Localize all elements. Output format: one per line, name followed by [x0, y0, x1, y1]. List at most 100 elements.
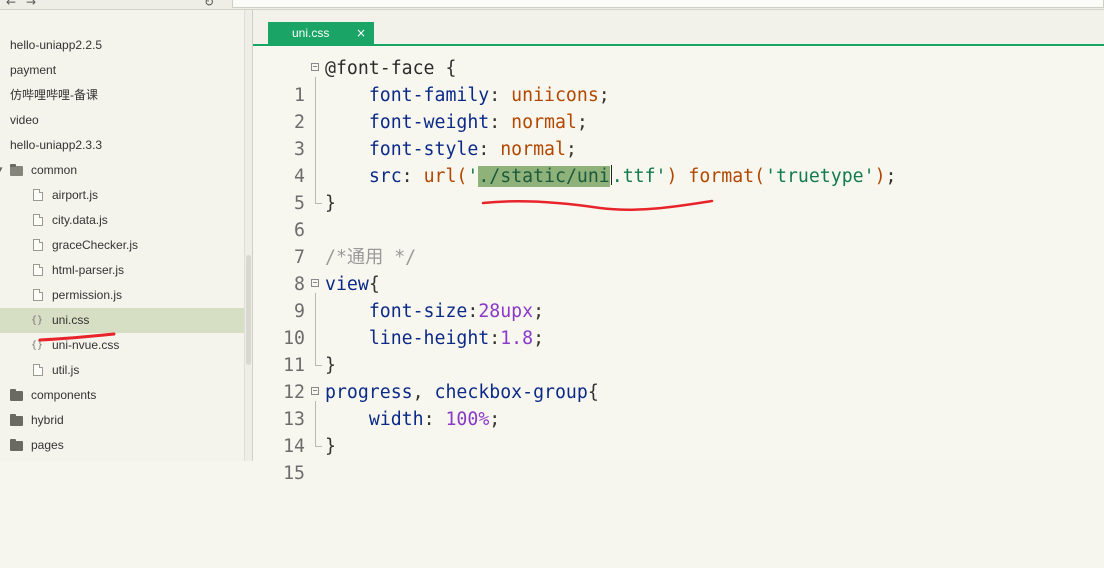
css-file-icon: {} [31, 340, 44, 351]
fold-toggle-icon[interactable]: − [311, 279, 319, 287]
string-literal: 'truetype' [765, 166, 875, 187]
brace: { [434, 58, 457, 79]
css-property: font-weight [368, 112, 490, 133]
tree-item-label: airport.js [52, 188, 99, 202]
css-file-icon: {} [31, 315, 44, 326]
colon: : [478, 139, 501, 160]
tree-item-util-js[interactable]: util.js [0, 358, 244, 383]
tree-item-payment[interactable]: payment [0, 58, 244, 83]
chevron-down-icon[interactable]: ▾ [0, 158, 3, 183]
fold-end [315, 190, 322, 204]
tree-item-bilibili[interactable]: 仿哔哩哔哩-备课 [0, 83, 244, 108]
code-line-13: 13 − progress, checkbox-group{ [253, 379, 1104, 430]
code-line-8: 8 /*通用 */ [253, 244, 1104, 295]
tree-item-video[interactable]: video [0, 108, 244, 133]
css-number: 28upx [478, 301, 534, 322]
forward-icon[interactable]: → [26, 0, 36, 9]
tree-item-components[interactable]: components [0, 383, 244, 408]
tree-item-permission-js[interactable]: permission.js [0, 283, 244, 308]
project-explorer: hello-uniapp2.2.5 payment 仿哔哩哔哩-备课 video… [0, 10, 244, 461]
close-icon[interactable]: × [356, 22, 366, 44]
tree-item-hello-uniapp2-2-5[interactable]: hello-uniapp2.2.5 [0, 33, 244, 58]
code-line-9: 9 − view{ [253, 271, 1104, 322]
code-line-11: 11 line-height:1.8; [253, 325, 1104, 376]
semicolon: ; [576, 112, 588, 133]
tree-item-uni-css[interactable]: {} uni.css [0, 308, 244, 333]
fold-end [315, 352, 322, 366]
tree-item-hello-uniapp2-3-3[interactable]: hello-uniapp2.3.3 [0, 133, 244, 158]
code-line-2: 2 font-family: uniicons; [253, 82, 1104, 133]
tree-item-label: hello-uniapp2.2.5 [10, 38, 103, 52]
tree-item-airport-js[interactable]: airport.js [0, 183, 244, 208]
tab-uni-css[interactable]: uni.css × [268, 22, 374, 44]
file-icon [33, 289, 43, 301]
code-line-4: 4 font-style: normal; [253, 136, 1104, 187]
code-line-6: 6 } [253, 190, 1104, 241]
tree-item-label: hybrid [31, 413, 64, 427]
quote: ' [467, 166, 479, 187]
file-icon [33, 214, 43, 226]
string-literal: .ttf' [611, 166, 667, 187]
css-selector: @font-face [325, 58, 435, 79]
folder-icon [10, 439, 23, 451]
tree-item-label: components [31, 388, 97, 402]
tree-item-label: graceChecker.js [52, 238, 139, 252]
code-line-12: 12 } [253, 352, 1104, 403]
tree-item-label: permission.js [52, 288, 123, 302]
code-line-1: 1 − @font-face { [253, 55, 1104, 106]
tree-item-gracechecker-js[interactable]: graceChecker.js [0, 233, 244, 258]
folder-icon [10, 389, 23, 401]
tree-item-label: uni.css [52, 313, 90, 327]
folder-open-icon [10, 164, 23, 176]
fold-toggle-icon[interactable]: − [311, 387, 319, 395]
tree-item-city-data-js[interactable]: city.data.js [0, 208, 244, 233]
refresh-icon[interactable]: ↻ [204, 0, 214, 9]
line-number: 15 [283, 463, 305, 484]
css-value: normal [500, 139, 566, 160]
code-line-3: 3 font-weight: normal; [253, 109, 1104, 160]
scrollbar-thumb[interactable] [246, 255, 251, 365]
colon: : [489, 85, 512, 106]
tab-label: uni.css [292, 26, 330, 40]
tree-item-common[interactable]: ▾ common [0, 158, 244, 183]
css-property: width [368, 409, 424, 430]
css-number: 1.8 [500, 328, 534, 349]
css-property: font-style [368, 139, 479, 160]
tree-item-label: uni-nvue.css [52, 338, 120, 352]
css-property: font-size [368, 301, 468, 322]
brace: } [325, 193, 336, 214]
tree-item-label: pages [31, 438, 64, 452]
css-property: src [368, 166, 402, 187]
code-line-5: 5 src: url('./static/uni .ttf') format('t… [253, 163, 1104, 214]
file-icon [33, 239, 43, 251]
css-selector: checkbox-group [434, 382, 588, 403]
code-editor[interactable]: uni.css × 1 − @font-face { 2 font-family… [253, 10, 1104, 484]
tree-item-uni-nvue-css[interactable]: {} uni-nvue.css [0, 333, 244, 358]
fold-toggle-icon[interactable]: − [311, 63, 319, 71]
file-icon [33, 189, 43, 201]
code-line-14: 14 width: 100%; [253, 406, 1104, 457]
css-value: normal [511, 112, 577, 133]
code-line-10: 10 font-size:28upx; [253, 298, 1104, 349]
tree-item-pages[interactable]: pages [0, 433, 244, 458]
css-property: font-family [368, 85, 490, 106]
address-field[interactable] [232, 0, 1104, 8]
url-function: url( [423, 166, 468, 187]
css-value: uniicons [511, 85, 599, 106]
tree-item-html-parser-js[interactable]: html-parser.js [0, 258, 244, 283]
tree-item-label: city.data.js [52, 213, 108, 227]
brace: } [325, 355, 336, 376]
selected-text: ./static/uni [478, 166, 610, 187]
semicolon: ; [533, 301, 545, 322]
colon: : [401, 166, 424, 187]
back-icon[interactable]: ← [6, 0, 16, 9]
css-selector: view [325, 274, 369, 295]
comma: , [412, 382, 435, 403]
colon: : [489, 112, 512, 133]
tree-item-hybrid[interactable]: hybrid [0, 408, 244, 433]
css-comment: /*通用 */ [325, 247, 417, 268]
tree-item-label: video [10, 113, 39, 127]
file-icon [33, 264, 43, 276]
tree-item-label: html-parser.js [52, 263, 125, 277]
semicolon: ; [489, 409, 501, 430]
